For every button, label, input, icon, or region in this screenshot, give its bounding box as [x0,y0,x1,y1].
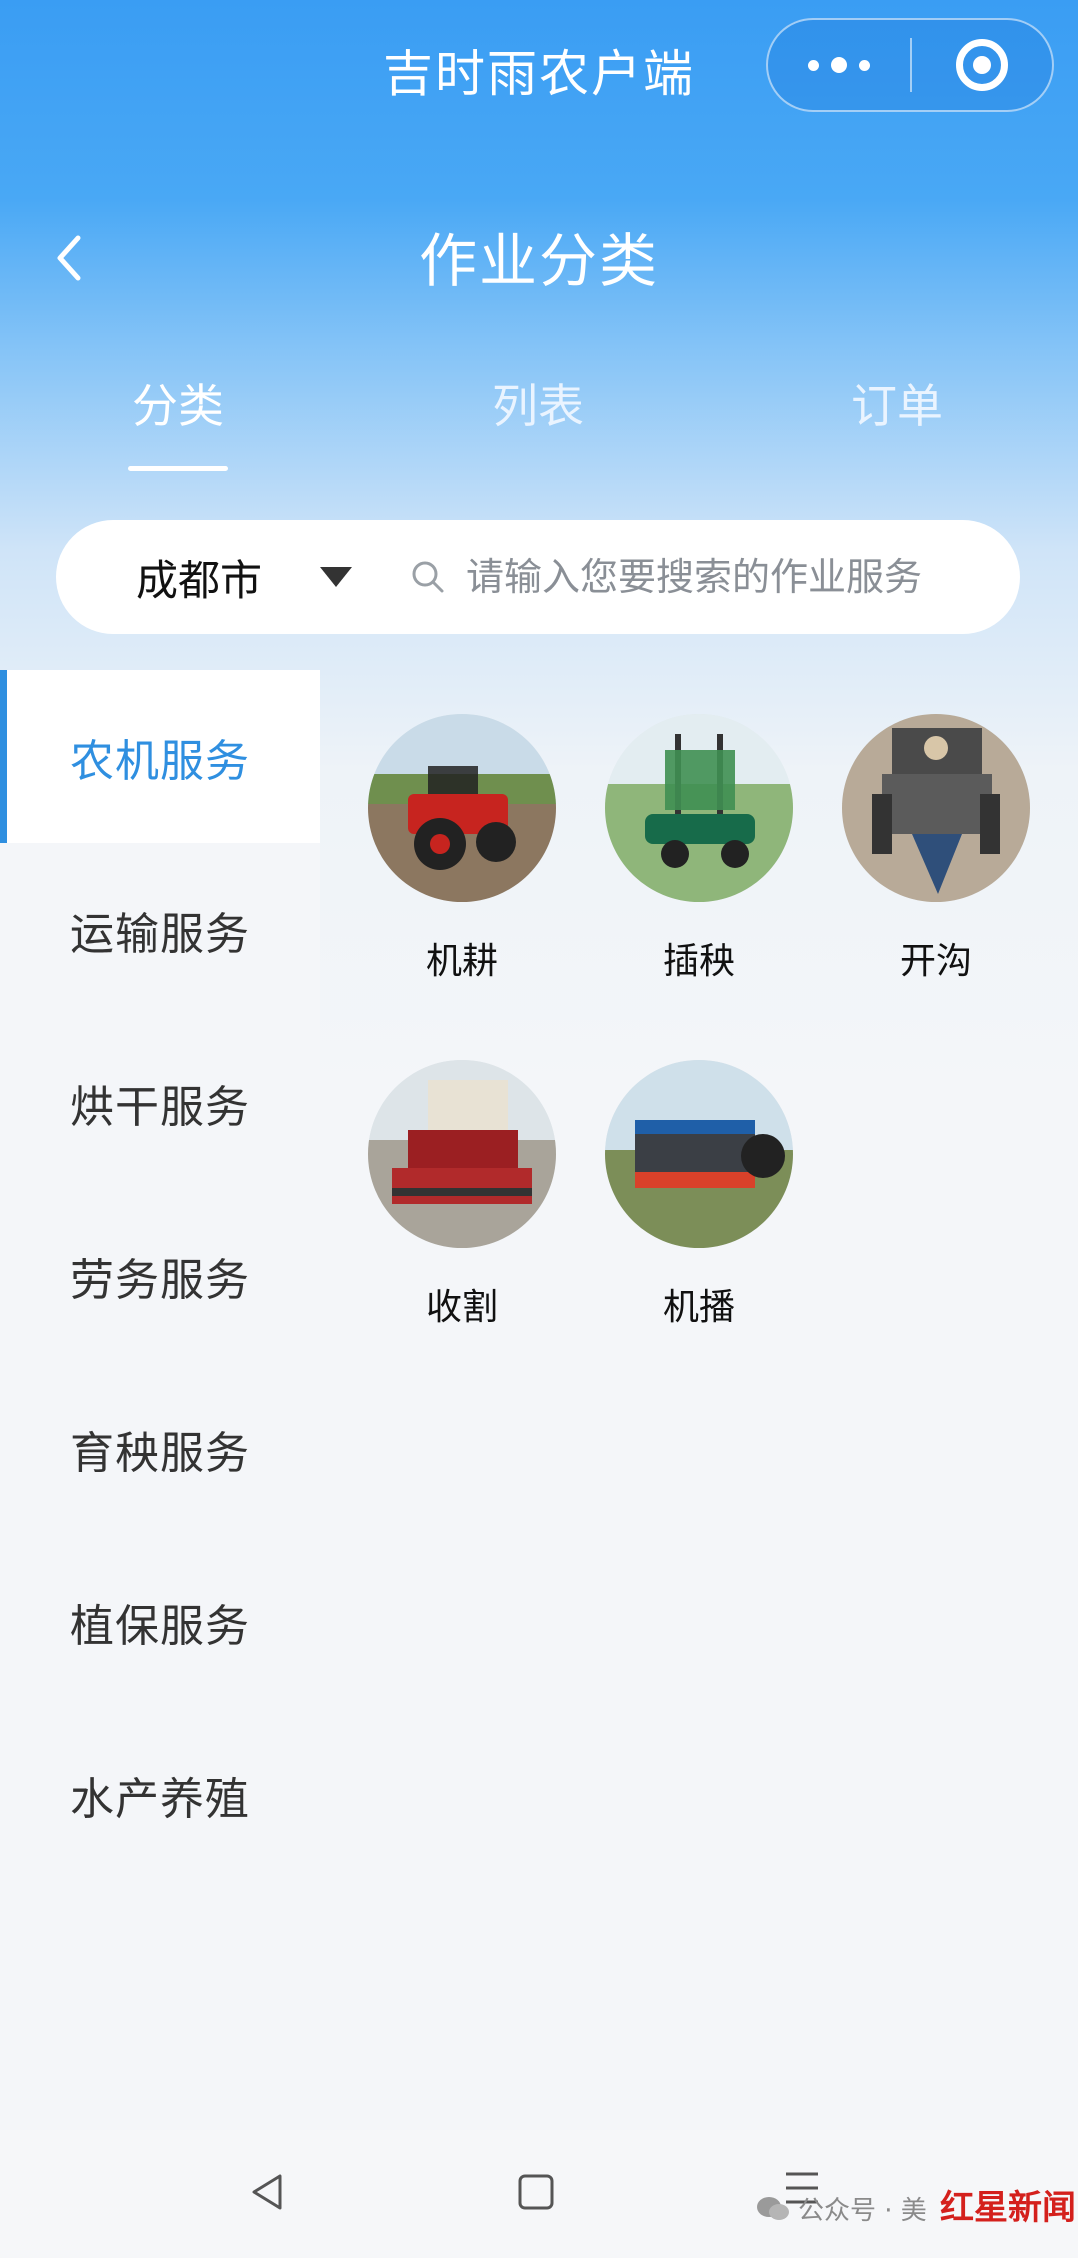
sidebar-item-aquaculture[interactable]: 水产养殖 [0,1708,320,1881]
category-tile-seeding[interactable]: 机播 [599,1060,799,1330]
sidebar-item-transport[interactable]: 运输服务 [0,843,320,1016]
nav-home-icon[interactable] [514,2170,558,2214]
miniprogram-capsule [766,18,1054,112]
category-label: 机播 [662,1287,735,1328]
city-selector[interactable]: 成都市 [136,547,286,608]
category-tile-trenching[interactable]: 开沟 [836,714,1036,984]
category-label: 插秧 [662,941,735,982]
sidebar-item-labor[interactable]: 劳务服务 [0,1189,320,1362]
seeder-photo-icon [605,1060,793,1248]
brand-logo: 红星新闻 [940,2188,1076,2228]
watermark: 公众号 · 美 [756,2190,927,2227]
trencher-photo-icon [842,714,1030,902]
tab-list[interactable]: 列表 [438,370,638,436]
harvester-photo-icon [368,1060,556,1248]
sidebar-item-drying[interactable]: 烘干服务 [0,1016,320,1189]
search-input[interactable] [466,555,966,599]
wechat-icon [757,2196,789,2220]
search-bar: 成都市 [56,520,1020,634]
dot-icon [808,59,819,71]
sidebar-item-seedling[interactable]: 育秧服务 [0,1362,320,1535]
caret-down-icon[interactable] [320,567,352,587]
rice-transplanter-photo-icon [605,714,793,902]
tab-label: 分类 [132,379,224,433]
dot-icon [831,57,847,73]
tab-orders[interactable]: 订单 [797,370,997,436]
active-tab-indicator [128,466,228,471]
search-icon [412,561,444,593]
tab-label: 列表 [492,379,584,433]
category-tile-transplanting[interactable]: 插秧 [599,714,799,984]
sidebar-item-agri-machinery[interactable]: 农机服务 [0,670,320,843]
watermark-text: 公众号 · 美 [798,2196,927,2226]
nav-back-icon[interactable] [246,2170,290,2214]
close-miniprogram-button[interactable] [912,20,1052,110]
tab-label: 订单 [851,379,943,433]
category-label: 机耕 [425,941,498,982]
sidebar-item-plant-protection[interactable]: 植保服务 [0,1535,320,1708]
tab-category[interactable]: 分类 [78,370,278,471]
category-label: 收割 [425,1287,498,1328]
category-tile-plowing[interactable]: 机耕 [362,714,562,984]
target-icon [956,39,1008,91]
tab-bar: 分类 列表 订单 [0,370,1078,471]
tractor-photo-icon [368,714,556,902]
category-label: 开沟 [899,941,972,982]
category-tile-harvesting[interactable]: 收割 [362,1060,562,1330]
more-options-button[interactable] [768,20,910,110]
page-title: 作业分类 [418,227,659,295]
category-sidebar: 农机服务 运输服务 烘干服务 劳务服务 育秧服务 植保服务 水产养殖 [0,670,320,2110]
dot-icon [859,59,870,71]
